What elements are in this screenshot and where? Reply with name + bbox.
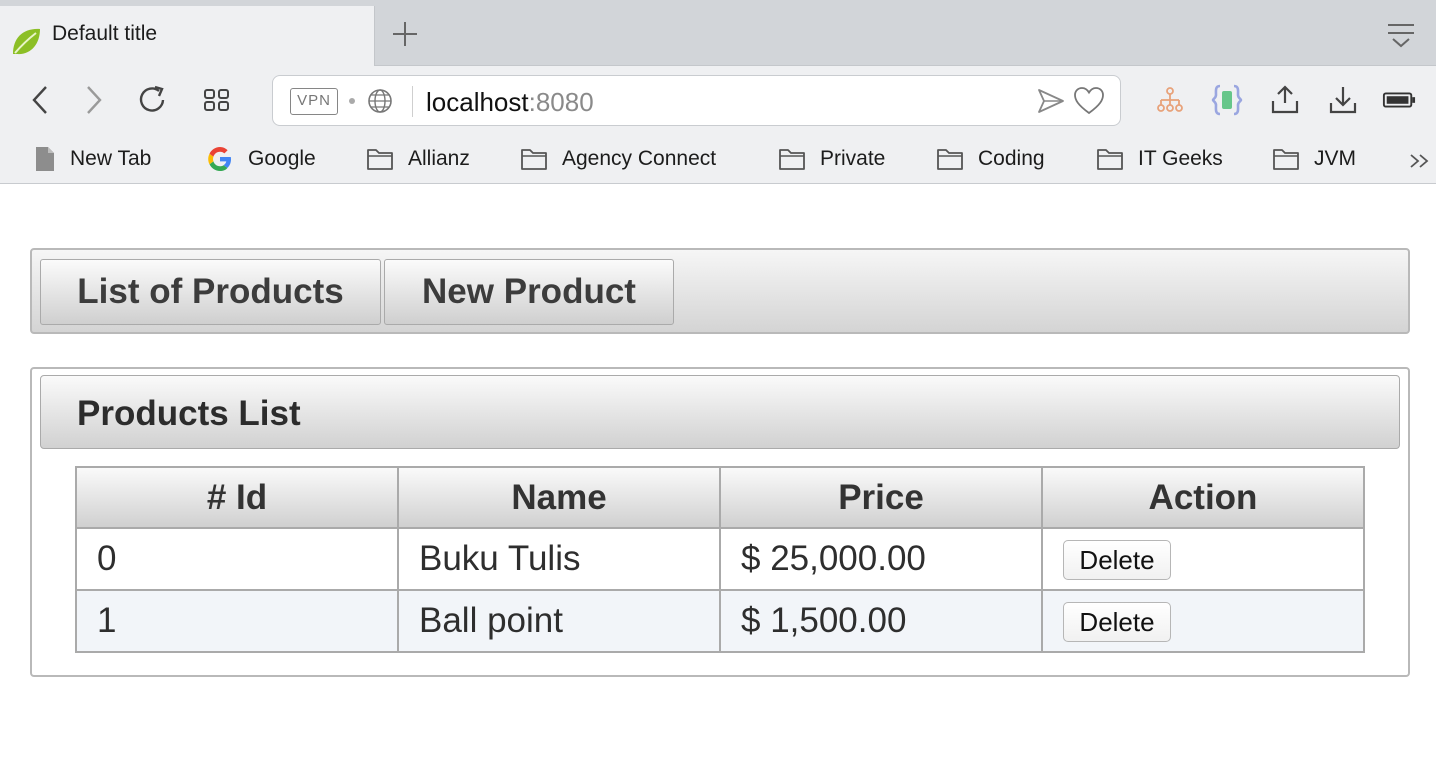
bookmarks-overflow-icon[interactable]: [1408, 150, 1432, 172]
bookmarks-bar: New Tab Google Allianz Agency Connect Pr…: [0, 136, 1436, 184]
column-header-name[interactable]: Name: [397, 466, 721, 529]
folder-icon: [937, 149, 963, 170]
column-header-id[interactable]: # Id: [75, 466, 399, 529]
back-icon[interactable]: [24, 83, 58, 117]
bookmark-label: Google: [248, 147, 316, 170]
reload-icon[interactable]: [136, 83, 170, 117]
new-product-button[interactable]: New Product: [384, 259, 674, 325]
battery-icon[interactable]: [1382, 83, 1416, 117]
url-port: :8080: [528, 87, 594, 117]
json-extension-icon[interactable]: [1210, 83, 1244, 117]
cell-action: Delete: [1041, 527, 1365, 591]
products-panel: Products List # Id Name Price Action 0 B…: [30, 367, 1410, 677]
cell-price: $ 25,000.00: [719, 527, 1043, 591]
bookmark-label: Private: [820, 147, 886, 170]
bookmark-folder-jvm[interactable]: JVM: [1272, 144, 1356, 174]
sitemap-extension-icon[interactable]: [1153, 83, 1187, 117]
delete-button[interactable]: Delete: [1063, 540, 1171, 581]
folder-icon: [521, 149, 547, 170]
bookmark-label: Agency Connect: [562, 147, 717, 170]
navigation-bar: VPN localhost:8080: [0, 66, 1436, 136]
table-header-row: # Id Name Price Action: [75, 466, 1365, 529]
folder-icon: [1097, 149, 1123, 170]
top-menu-bar: List of Products New Product: [30, 248, 1410, 334]
vpn-badge[interactable]: VPN: [290, 88, 338, 115]
bookmark-label: New Tab: [70, 147, 152, 170]
folder-icon: [779, 149, 805, 170]
globe-icon[interactable]: [366, 87, 394, 115]
bookmark-new-tab[interactable]: New Tab: [34, 144, 151, 174]
bookmark-label: IT Geeks: [1138, 147, 1223, 170]
table-row: 0 Buku Tulis $ 25,000.00 Delete: [75, 527, 1365, 591]
spring-leaf-icon: [13, 28, 40, 55]
bookmark-folder-agency-connect[interactable]: Agency Connect: [520, 144, 716, 174]
send-icon[interactable]: [1036, 86, 1066, 116]
speed-dial-grid-icon[interactable]: [200, 83, 234, 117]
panel-title: Products List: [77, 394, 301, 433]
new-tab-plus-icon[interactable]: [388, 17, 422, 51]
bookmark-folder-it-geeks[interactable]: IT Geeks: [1096, 144, 1223, 174]
cell-id: 0: [75, 527, 399, 591]
tab-strip: Default title: [0, 0, 1436, 67]
folder-icon: [1273, 149, 1299, 170]
url-text[interactable]: localhost:8080: [426, 87, 594, 118]
delete-button[interactable]: Delete: [1063, 602, 1171, 643]
table-row: 1 Ball point $ 1,500.00 Delete: [75, 589, 1365, 653]
products-table: # Id Name Price Action 0 Buku Tulis $ 25…: [75, 466, 1365, 653]
url-separator: [412, 86, 413, 117]
column-header-price[interactable]: Price: [719, 466, 1043, 529]
cell-name: Buku Tulis: [397, 527, 721, 591]
tab-title: Default title: [52, 22, 158, 45]
heart-icon[interactable]: [1073, 86, 1105, 116]
address-bar[interactable]: VPN localhost:8080: [272, 75, 1121, 126]
url-host: localhost: [426, 87, 529, 117]
cell-id: 1: [75, 589, 399, 653]
browser-tab[interactable]: Default title: [0, 6, 375, 67]
bookmark-label: JVM: [1314, 147, 1356, 170]
share-icon[interactable]: [1268, 83, 1302, 117]
list-of-products-button[interactable]: List of Products: [40, 259, 381, 325]
folder-icon: [367, 149, 393, 170]
tab-menu-icon[interactable]: [1384, 17, 1418, 51]
bookmark-label: Coding: [978, 147, 1045, 170]
bookmark-folder-allianz[interactable]: Allianz: [366, 144, 470, 174]
bookmark-google[interactable]: Google: [206, 144, 316, 174]
separator-dot: [349, 98, 355, 104]
cell-name: Ball point: [397, 589, 721, 653]
download-icon[interactable]: [1326, 83, 1360, 117]
cell-action: Delete: [1041, 589, 1365, 653]
column-header-action[interactable]: Action: [1041, 466, 1365, 529]
bookmark-label: Allianz: [408, 147, 470, 170]
bookmark-folder-coding[interactable]: Coding: [936, 144, 1045, 174]
cell-price: $ 1,500.00: [719, 589, 1043, 653]
google-icon: [208, 147, 231, 171]
bookmark-folder-private[interactable]: Private: [778, 144, 885, 174]
page-icon: [36, 147, 54, 171]
panel-header: Products List: [40, 375, 1400, 449]
forward-icon[interactable]: [76, 83, 110, 117]
